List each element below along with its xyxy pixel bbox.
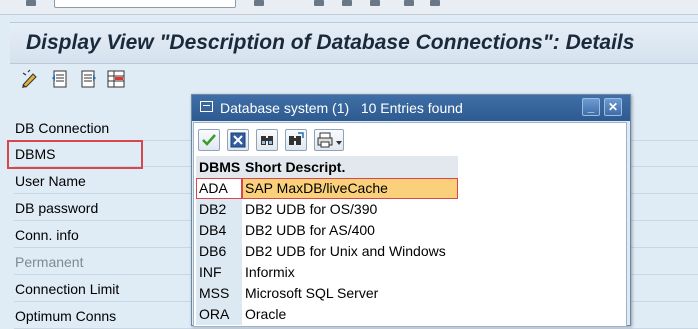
window-icon [200,101,213,112]
print-icon[interactable] [314,129,344,151]
cell-code: DB2 [199,201,227,217]
cell-code: DB4 [199,222,227,238]
cell-description: SAP MaxDB/liveCache [245,180,388,196]
dialog-title: Database system (1) 10 Entries found [220,100,463,116]
table-row[interactable]: DB2 DB2 UDB for OS/390 [196,199,458,220]
cancel-icon[interactable] [370,0,380,6]
cell-code: ORA [199,306,230,322]
continue-check-icon[interactable] [198,129,220,151]
value-help-dialog: Database system (1) 10 Entries found _ ✕ [191,94,631,327]
cancel-x-icon[interactable] [227,129,249,151]
cell-description: Microsoft SQL Server [245,285,379,301]
field-label: User Name [15,173,86,189]
enter-icon[interactable] [26,0,36,6]
field-label: DB password [15,200,99,216]
find-next-icon[interactable] [285,129,307,151]
exit-icon[interactable] [342,0,352,6]
cell-description: DB2 UDB for AS/400 [245,222,375,238]
cell-description: Oracle [245,306,287,322]
command-field[interactable] [54,0,236,8]
cell-description: DB2 UDB for Unix and Windows [245,243,446,259]
column-header-dbms[interactable]: DBMS [199,159,240,175]
back-icon[interactable] [314,0,324,6]
cell-code: ADA [199,180,228,196]
table-row[interactable]: INF Informix [196,262,458,283]
chevron-down-icon[interactable] [336,141,342,145]
cell-description: Informix [245,264,295,280]
page-title: Display View "Description of Database Co… [26,31,635,54]
dialog-toolbar [198,129,358,151]
cell-description: DB2 UDB for OS/390 [245,201,378,217]
table-header: DBMS Short Descript. [196,156,458,179]
dialog-title-bar[interactable]: Database system (1) 10 Entries found _ ✕ [192,95,630,121]
edit-pencil-icon[interactable] [20,69,40,89]
table-row[interactable]: ADA SAP MaxDB/liveCache [196,178,458,199]
find-binoculars-icon[interactable] [256,129,278,151]
table-row[interactable]: ORA Oracle [196,304,458,325]
table-row[interactable]: DB4 DB2 UDB for AS/400 [196,220,458,241]
field-label: Permanent [15,254,84,270]
field-label: Conn. info [15,227,79,243]
field-label: DB Connection [15,120,110,136]
field-label: Optimum Conns [15,308,117,324]
field-label: Connection Limit [15,281,120,297]
dialog-content: DBMS Short Descript. ADA SAP MaxDB/liveC… [193,122,627,327]
cell-code: DB6 [199,243,227,259]
title-bar: Display View "Description of Database Co… [10,22,698,64]
close-button[interactable]: ✕ [604,98,622,116]
system-toolbar [0,0,698,15]
save-icon[interactable] [254,0,264,6]
previous-entry-icon[interactable] [50,69,70,89]
cell-code: INF [199,264,222,280]
dbms-highlight-box [7,140,143,169]
cell-code: MSS [199,285,230,301]
table-row[interactable]: DB6 DB2 UDB for Unix and Windows [196,241,458,262]
minimize-button[interactable]: _ [582,98,600,116]
find-icon[interactable] [430,0,440,6]
print-icon[interactable] [404,0,414,6]
application-toolbar [14,68,154,92]
select-block-icon[interactable] [106,69,126,89]
next-entry-icon[interactable] [78,69,98,89]
table-row[interactable]: MSS Microsoft SQL Server [196,283,458,304]
column-header-short-descript[interactable]: Short Descript. [245,159,345,175]
